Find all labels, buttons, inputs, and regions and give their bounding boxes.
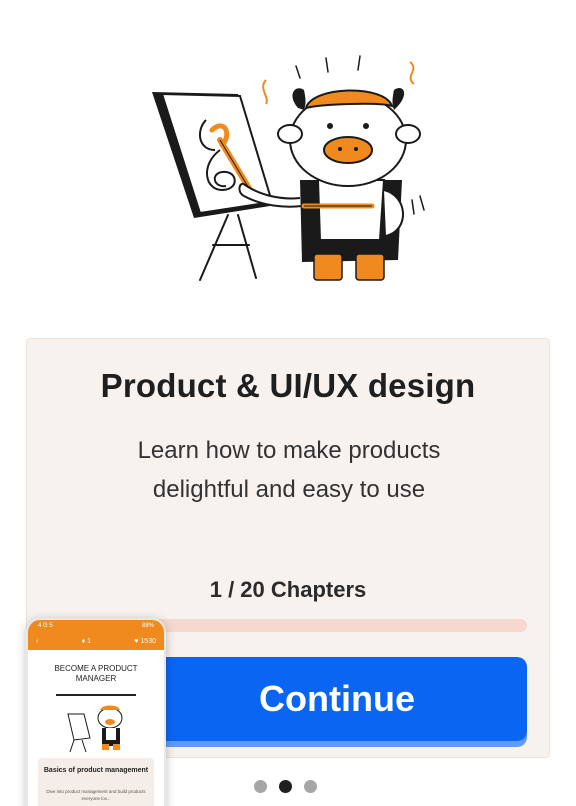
course-title: Product & UI/UX design: [100, 367, 476, 404]
back-icon: ‹: [36, 637, 39, 645]
pager-dots: [254, 780, 317, 793]
phone-divider: [56, 694, 136, 696]
phone-mini-illustration: [67, 705, 123, 753]
phone-card-description: Dive into product management and build p…: [46, 789, 146, 801]
course-description: Learn how to make products delightful an…: [137, 437, 441, 503]
pager-dot-1[interactable]: [254, 780, 267, 793]
heart-icon: ♥: [134, 637, 139, 645]
phone-preview-thumbnail[interactable]: 4 G 5 88% ‹ ♦ 1 ♥ 1530 BECOME A PRODUCT …: [26, 618, 166, 806]
phone-appbar-count: 1530: [140, 637, 156, 645]
course-progress-bar: [137, 619, 527, 632]
phone-status-bar: 4 G 5 88%: [28, 620, 164, 632]
phone-heading: BECOME A PRODUCT MANAGER: [54, 664, 138, 683]
pager-dot-3[interactable]: [304, 780, 317, 793]
phone-course-card: Basics of product management Dive into p…: [38, 758, 154, 806]
continue-button[interactable]: Continue: [137, 657, 527, 741]
chapters-counter: 1 / 20 Chapters: [209, 577, 367, 602]
phone-status-left: 4 G 5: [38, 623, 53, 629]
cow-painter-illustration: [0, 0, 576, 320]
flame-icon: ♦ 1: [81, 637, 92, 645]
pager-dot-2[interactable]: [279, 780, 292, 793]
phone-status-right: 88%: [141, 623, 154, 629]
phone-app-bar: ‹ ♦ 1 ♥ 1530: [28, 632, 164, 650]
phone-card-title: Basics of product management: [43, 767, 149, 774]
